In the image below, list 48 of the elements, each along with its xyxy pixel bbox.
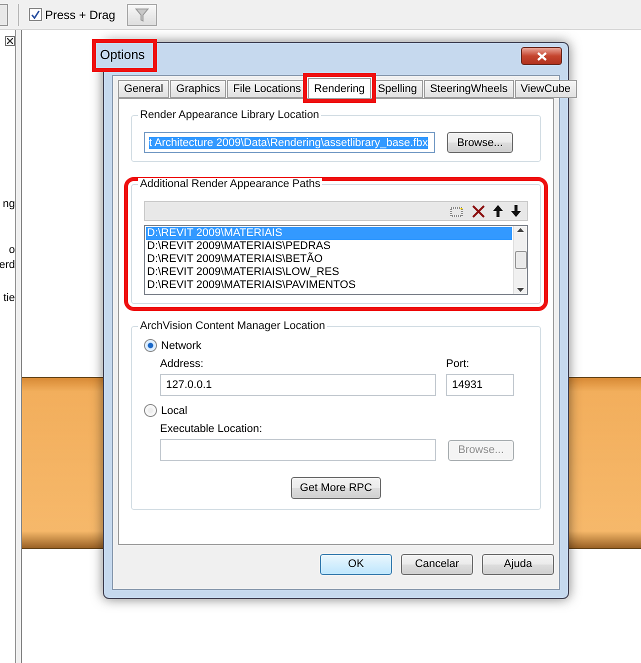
filter-button[interactable]: [127, 4, 158, 26]
radio-label: Network: [161, 340, 202, 352]
window-title: Options: [92, 39, 157, 72]
scrollbar[interactable]: [513, 226, 527, 294]
press-drag-checkbox[interactable]: Press + Drag: [29, 8, 116, 22]
port-field[interactable]: 14931: [446, 374, 514, 396]
panel-text: tie: [3, 292, 15, 305]
new-item-icon[interactable]: [450, 205, 464, 217]
network-radio[interactable]: Network: [144, 339, 528, 352]
group-title: Additional Render Appearance Paths: [138, 178, 322, 190]
scrollbar-thumb[interactable]: [514, 251, 526, 269]
local-radio[interactable]: Local: [144, 404, 528, 417]
list-item[interactable]: D:\REVIT 2009\MATERIAIS\PAVIMENTOS: [146, 279, 512, 292]
tab[interactable]: Graphics: [170, 80, 226, 98]
tab[interactable]: ViewCube: [514, 80, 577, 98]
checkbox[interactable]: [29, 8, 42, 21]
checkbox-label: Press + Drag: [45, 8, 116, 22]
location-field[interactable]: [160, 439, 436, 461]
radio[interactable]: [144, 404, 157, 417]
panel-text: o: [8, 244, 15, 257]
list-item[interactable]: D:\REVIT 2009\MATERIAIS\LOW_RES: [146, 266, 512, 279]
scroll-up-icon[interactable]: [517, 228, 524, 232]
field-label: Executable Location:: [160, 423, 264, 435]
tab[interactable]: General: [118, 80, 170, 98]
close-icon[interactable]: [5, 36, 15, 46]
group-title: Render Appearance Library Location: [138, 109, 322, 121]
filter-icon: [135, 8, 150, 22]
delete-icon[interactable]: [472, 204, 485, 218]
address-field[interactable]: 127.0.0.1: [160, 374, 436, 396]
browse-button[interactable]: Browse...: [447, 132, 513, 153]
radio-label: Local: [161, 404, 188, 416]
group-title: ArchVision Content Manager Location: [138, 320, 328, 332]
field-label: Port:: [446, 358, 470, 370]
field-label: Address:: [160, 358, 204, 370]
list-item[interactable]: D:\REVIT 2009\MATERIAIS\PEDRAS: [146, 240, 512, 253]
scroll-down-icon[interactable]: [517, 288, 524, 292]
panel-text: ng: [2, 198, 15, 211]
up-arrow-icon[interactable]: [493, 205, 503, 217]
get-more-rpc-button[interactable]: Get More RPC: [290, 477, 382, 499]
close-icon: [536, 52, 546, 60]
radio[interactable]: [144, 339, 157, 352]
down-arrow-icon[interactable]: [511, 205, 521, 217]
dialog-button[interactable]: Ajuda: [482, 554, 554, 574]
close-button[interactable]: [521, 47, 562, 65]
tab[interactable]: SteeringWheels: [424, 80, 514, 98]
dialog-button[interactable]: OK: [320, 554, 392, 574]
dialog-button[interactable]: Cancelar: [401, 554, 473, 574]
list-item[interactable]: D:\REVIT 2009\MATERIAIS\BETÃO: [146, 253, 512, 266]
